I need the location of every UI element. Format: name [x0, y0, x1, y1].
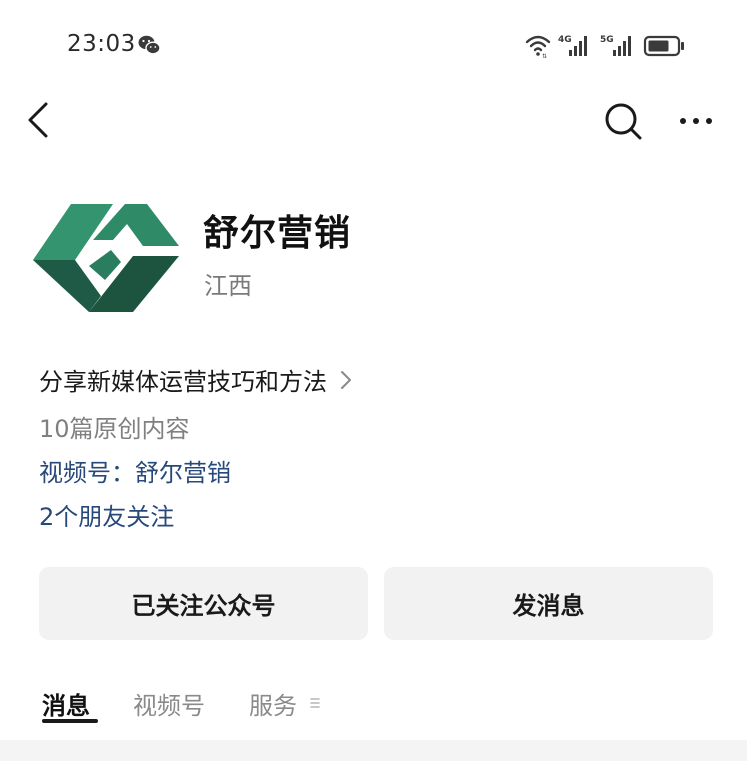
network-5g-label: 5G	[600, 35, 614, 45]
account-region: 江西	[204, 272, 252, 300]
signal-icon-1	[569, 36, 587, 56]
status-time: 23:03	[67, 31, 136, 57]
original-article-count: 10篇原创内容	[39, 415, 190, 443]
account-profile-screen: 23:03 ⇅ 4G 5G 舒尔营销 江西 分享新媒体运营技巧和方法 10篇原创…	[0, 0, 747, 761]
content-area-top	[0, 740, 747, 761]
search-button[interactable]	[602, 100, 644, 142]
chevron-left-icon	[28, 102, 48, 138]
svg-text:⇅: ⇅	[542, 53, 547, 60]
wifi-icon: ⇅	[525, 35, 551, 60]
channels-link[interactable]: 视频号：舒尔营销	[39, 453, 231, 488]
account-logo[interactable]	[33, 200, 179, 312]
followed-account-button[interactable]: 已关注公众号	[39, 567, 368, 640]
network-4g-label: 4G	[558, 35, 572, 45]
search-icon	[605, 103, 642, 140]
status-icons: ⇅ 4G 5G	[525, 35, 684, 60]
wechat-icon	[138, 35, 161, 55]
back-button[interactable]	[22, 98, 58, 142]
friends-following-link[interactable]: 2个朋友关注	[39, 497, 174, 532]
send-message-button[interactable]: 发消息	[384, 567, 713, 640]
signal-icon-2	[613, 36, 631, 56]
account-name: 舒尔营销	[203, 213, 352, 254]
more-icon	[680, 118, 712, 124]
more-button[interactable]	[676, 106, 716, 136]
tab-messages[interactable]: 消息	[42, 686, 90, 721]
chevron-right-icon	[341, 370, 351, 389]
active-tab-indicator	[42, 719, 98, 723]
tab-services[interactable]: 服务	[249, 686, 297, 721]
battery-icon	[643, 35, 684, 57]
account-intro-row[interactable]: 分享新媒体运营技巧和方法	[39, 362, 353, 397]
menu-icon[interactable]	[309, 695, 321, 711]
account-intro: 分享新媒体运营技巧和方法	[39, 368, 327, 396]
tab-channels[interactable]: 视频号	[133, 686, 205, 721]
